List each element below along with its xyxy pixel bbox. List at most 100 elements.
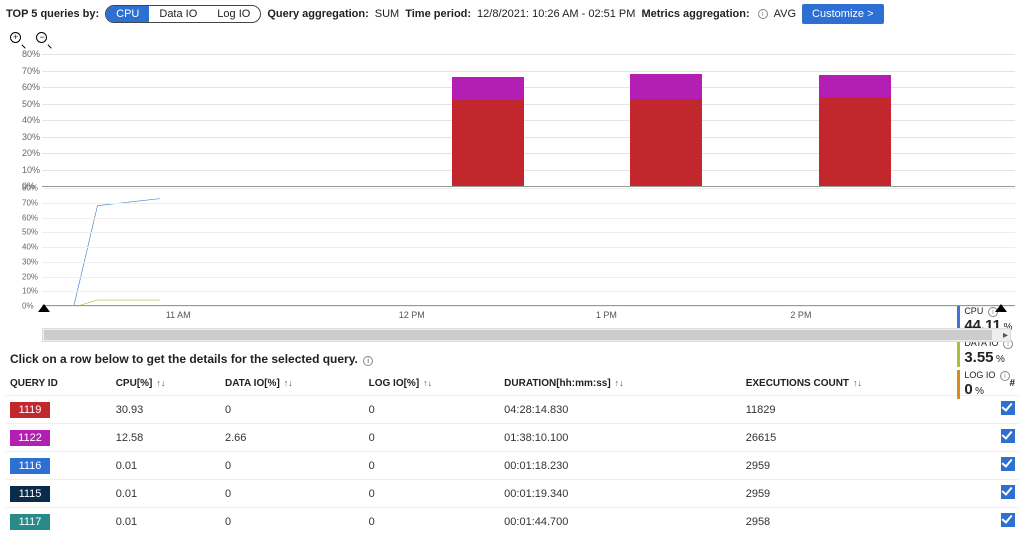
queries-table: QUERY ID CPU[%]↑↓ DATA IO[%]↑↓ LOG IO[%]… <box>6 372 1019 535</box>
bar-segment-1119[interactable] <box>819 97 891 186</box>
y-tick-label: 30% <box>22 257 38 266</box>
cell-cpu: 12.58 <box>112 424 221 452</box>
horizontal-scrollbar[interactable]: ◂ ▸ <box>42 328 1011 342</box>
x-tick-label: 12 PM <box>399 310 425 320</box>
col-cpu[interactable]: CPU[%]↑↓ <box>112 372 221 396</box>
row-checkbox[interactable] <box>1001 457 1015 471</box>
zoom-in-icon[interactable] <box>10 32 24 46</box>
cell-cpu: 0.01 <box>112 452 221 480</box>
table-row[interactable]: 11170.010000:01:44.7002958 <box>6 508 1019 536</box>
row-checkbox[interactable] <box>1001 401 1015 415</box>
cell-logio: 0 <box>365 424 501 452</box>
query-id-badge[interactable]: 1116 <box>10 458 50 474</box>
cell-executions: 26615 <box>742 424 978 452</box>
table-row[interactable]: 112212.582.66001:38:10.10026615 <box>6 424 1019 452</box>
query-id-badge[interactable]: 1115 <box>10 486 50 502</box>
y-tick-label: 0% <box>22 302 34 311</box>
col-dataio[interactable]: DATA IO[%]↑↓ <box>221 372 365 396</box>
pill-data-io[interactable]: Data IO <box>149 6 207 22</box>
zoom-out-icon[interactable] <box>36 32 50 46</box>
table-row[interactable]: 111930.930004:28:14.83011829 <box>6 396 1019 424</box>
x-tick-label: 1 PM <box>596 310 617 320</box>
line-chart[interactable]: 0%10%20%30%40%50%60%70%80% <box>24 188 1015 306</box>
col-query-id[interactable]: QUERY ID <box>6 372 112 396</box>
cell-executions: 2958 <box>742 508 978 536</box>
cell-dataio: 0 <box>221 480 365 508</box>
sort-icon[interactable]: ↑↓ <box>423 378 432 388</box>
legend-dataio-value: 3.55 <box>964 349 993 366</box>
bar-chart[interactable]: 0%10%20%30%40%50%60%70%80% <box>24 54 1015 186</box>
bar-segment-1119[interactable] <box>630 99 702 186</box>
bar-segment-1122[interactable] <box>452 77 524 100</box>
col-logio[interactable]: LOG IO[%]↑↓ <box>365 372 501 396</box>
scroll-right-icon[interactable]: ▸ <box>1003 330 1008 341</box>
charts-area: 0%10%20%30%40%50%60%70%80% 0%10%20%30%40… <box>6 54 1019 342</box>
col-duration[interactable]: DURATION[hh:mm:ss]↑↓ <box>500 372 742 396</box>
query-id-badge[interactable]: 1117 <box>10 514 50 530</box>
info-icon[interactable]: i <box>758 9 768 19</box>
bar-segment-1119[interactable] <box>452 100 524 186</box>
query-aggregation-value: SUM <box>375 8 399 20</box>
row-checkbox[interactable] <box>1001 429 1015 443</box>
y-tick-label: 40% <box>22 243 38 252</box>
cell-logio: 0 <box>365 396 501 424</box>
y-tick-label: 70% <box>22 66 40 76</box>
bar-segment-1122[interactable] <box>819 75 891 96</box>
cell-dataio: 0 <box>221 508 365 536</box>
x-tick-label: 2 PM <box>790 310 811 320</box>
cell-dataio: 2.66 <box>221 424 365 452</box>
sort-icon[interactable]: ↑↓ <box>615 378 624 388</box>
table-row[interactable]: 11150.010000:01:19.3402959 <box>6 480 1019 508</box>
y-tick-label: 20% <box>22 148 40 158</box>
time-period-label: Time period: <box>405 8 471 20</box>
pill-cpu[interactable]: CPU <box>106 6 149 22</box>
query-id-badge[interactable]: 1119 <box>10 402 50 418</box>
y-tick-label: 80% <box>22 49 40 59</box>
cell-logio: 0 <box>365 452 501 480</box>
cell-duration: 00:01:18.230 <box>500 452 742 480</box>
col-executions[interactable]: EXECUTIONS COUNT↑↓ <box>742 372 978 396</box>
range-handle-right[interactable] <box>995 304 1007 312</box>
zoom-controls <box>6 24 1019 54</box>
bar[interactable] <box>819 75 891 186</box>
cell-executions: 11829 <box>742 396 978 424</box>
line-series-cpu[interactable] <box>46 199 160 306</box>
table-header: QUERY ID CPU[%]↑↓ DATA IO[%]↑↓ LOG IO[%]… <box>6 372 1019 396</box>
bar[interactable] <box>630 74 702 186</box>
top-toolbar: TOP 5 queries by: CPU Data IO Log IO Que… <box>6 4 1019 24</box>
bar[interactable] <box>452 77 524 186</box>
cell-executions: 2959 <box>742 480 978 508</box>
helper-text-label: Click on a row below to get the details … <box>10 352 358 366</box>
cell-dataio: 0 <box>221 452 365 480</box>
query-id-badge[interactable]: 1122 <box>10 430 50 446</box>
chart-x-axis: 11 AM 12 PM 1 PM 2 PM <box>42 306 1015 326</box>
cell-dataio: 0 <box>221 396 365 424</box>
y-tick-label: 80% <box>22 184 38 193</box>
scrollbar-thumb[interactable] <box>44 330 992 340</box>
cell-cpu: 30.93 <box>112 396 221 424</box>
row-checkbox[interactable] <box>1001 513 1015 527</box>
bar-segment-1122[interactable] <box>630 74 702 99</box>
helper-text: Click on a row below to get the details … <box>6 342 1019 372</box>
info-icon[interactable]: i <box>363 356 373 366</box>
y-tick-label: 50% <box>22 99 40 109</box>
cell-duration: 00:01:44.700 <box>500 508 742 536</box>
cell-cpu: 0.01 <box>112 480 221 508</box>
table-body: 111930.930004:28:14.83011829112212.582.6… <box>6 396 1019 536</box>
table-row[interactable]: 11160.010000:01:18.2302959 <box>6 452 1019 480</box>
sort-icon[interactable]: ↑↓ <box>853 378 862 388</box>
customize-button[interactable]: Customize > <box>802 4 883 24</box>
pill-log-io[interactable]: Log IO <box>207 6 260 22</box>
y-tick-label: 50% <box>22 228 38 237</box>
x-tick-label: 11 AM <box>166 310 191 320</box>
metric-segmented-control[interactable]: CPU Data IO Log IO <box>105 5 261 23</box>
y-tick-label: 10% <box>22 287 38 296</box>
cell-executions: 2959 <box>742 452 978 480</box>
sort-icon[interactable]: ↑↓ <box>156 378 165 388</box>
range-handle-left[interactable] <box>38 304 50 312</box>
row-checkbox[interactable] <box>1001 485 1015 499</box>
y-tick-label: 30% <box>22 132 40 142</box>
sort-icon[interactable]: ↑↓ <box>284 378 293 388</box>
cell-logio: 0 <box>365 480 501 508</box>
info-icon[interactable]: i <box>1000 371 1010 381</box>
